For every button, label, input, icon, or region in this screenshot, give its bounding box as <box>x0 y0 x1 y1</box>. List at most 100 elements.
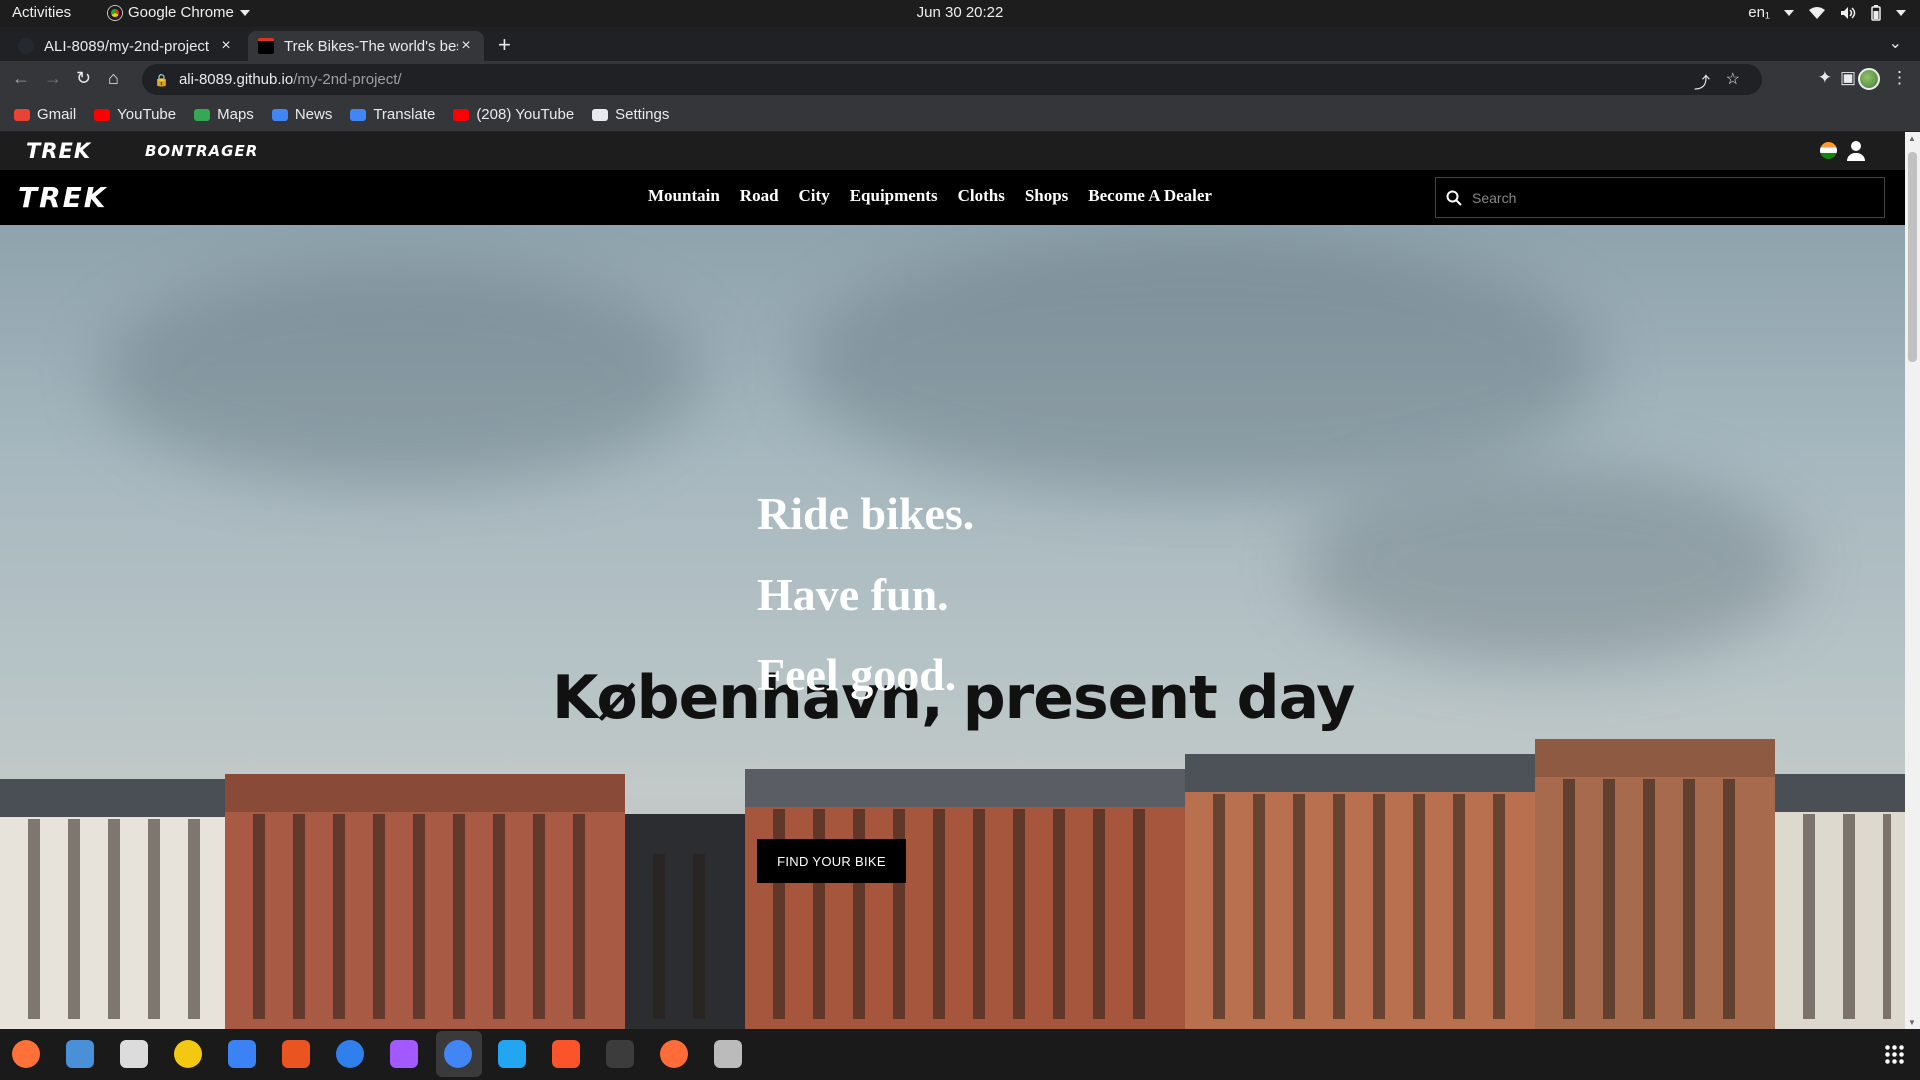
search-input[interactable] <box>1472 189 1852 206</box>
firefox-icon[interactable] <box>12 1040 40 1068</box>
address-bar[interactable]: 🔒 ali-8089.github.io/my-2nd-project/ ⤴ ☆ <box>142 64 1762 95</box>
bookmark-maps[interactable]: Maps <box>194 106 254 123</box>
home-button[interactable]: ⌂ <box>108 68 119 89</box>
language-indicator[interactable]: en₁ <box>1748 4 1770 21</box>
postman-icon[interactable] <box>660 1040 688 1068</box>
volume-icon <box>1841 6 1856 19</box>
figma-icon[interactable] <box>390 1040 418 1068</box>
bookmark-label: Maps <box>217 106 254 123</box>
trek-brand-link[interactable]: TREK <box>26 139 91 163</box>
scroll-up-icon[interactable]: ▲ <box>1908 134 1916 143</box>
battery-icon <box>1871 4 1881 21</box>
side-panel-icon[interactable]: ▣ <box>1840 68 1856 88</box>
find-your-bike-button[interactable]: FIND YOUR BIKE <box>757 839 906 883</box>
hero-cloud <box>1300 465 1800 665</box>
close-icon[interactable]: × <box>218 37 234 55</box>
trek-favicon-icon <box>258 38 274 54</box>
youtube-icon <box>453 108 470 121</box>
help-icon[interactable] <box>336 1040 364 1068</box>
bookmark-gmail[interactable]: Gmail <box>14 106 76 123</box>
hero-cloud <box>100 265 700 485</box>
chrome-icon[interactable] <box>444 1040 472 1068</box>
nav-link-mountain[interactable]: Mountain <box>648 186 720 206</box>
profile-avatar[interactable] <box>1858 68 1880 90</box>
hero-tagline-2: Have fun. <box>757 569 949 620</box>
bookmark-star-icon[interactable]: ☆ <box>1726 69 1740 89</box>
gnome-top-bar: Activities Google Chrome Jun 30 20:22 en… <box>0 0 1920 27</box>
tab-github[interactable]: ALI-8089/my-2nd-project × <box>8 31 244 61</box>
scroll-down-icon[interactable]: ▼ <box>1908 1018 1916 1027</box>
clock[interactable]: Jun 30 20:22 <box>917 4 1004 21</box>
bookmark-208-youtube[interactable]: (208) YouTube <box>453 106 574 123</box>
show-applications-icon[interactable] <box>1884 1044 1904 1064</box>
wifi-icon <box>1809 6 1825 19</box>
extensions-icon[interactable]: ✦ <box>1818 68 1832 88</box>
share-icon[interactable]: ⤴ <box>1694 69 1710 93</box>
building <box>0 779 225 1029</box>
tab-search-chevron-icon[interactable]: ⌄ <box>1889 33 1902 53</box>
bookmark-label: News <box>294 106 333 123</box>
page-viewport: TREK BONTRAGER TREK Mountain Road City E… <box>0 132 1905 1029</box>
trek-logo[interactable]: TREK <box>18 181 107 214</box>
bookmark-label: (208) YouTube <box>476 106 575 123</box>
news-icon <box>271 108 288 121</box>
youtube-icon <box>94 108 111 121</box>
bookmark-news[interactable]: News <box>271 106 333 123</box>
bookmark-translate[interactable]: Translate <box>350 106 435 123</box>
nav-link-become-a-dealer[interactable]: Become A Dealer <box>1088 186 1212 206</box>
bookmarks-bar: Gmail YouTube Maps News Translate (208) YouTu… <box>0 98 1920 132</box>
new-tab-button[interactable]: + <box>498 32 511 58</box>
nav-link-road[interactable]: Road <box>740 186 779 206</box>
thunderbird-icon[interactable] <box>66 1040 94 1068</box>
bontrager-brand-link[interactable]: BONTRAGER <box>145 142 258 160</box>
tab-strip: ALI-8089/my-2nd-project × Trek Bikes-The… <box>0 27 1920 61</box>
user-icon[interactable] <box>1847 141 1865 161</box>
hero-section: København, present day Ride bikes. Have … <box>0 225 1905 1029</box>
lock-icon[interactable]: 🔒 <box>154 73 169 87</box>
activities-button[interactable]: Activities <box>12 4 71 21</box>
system-tray[interactable]: en₁ <box>1748 4 1906 21</box>
brave-icon[interactable] <box>552 1040 580 1068</box>
nav-link-cloths[interactable]: Cloths <box>958 186 1005 206</box>
close-icon[interactable]: × <box>458 37 474 55</box>
rhythmbox-icon[interactable] <box>174 1040 202 1068</box>
files-icon[interactable] <box>120 1040 148 1068</box>
app-menu[interactable]: Google Chrome <box>108 4 250 21</box>
search-icon[interactable] <box>1436 190 1472 206</box>
brand-strip: TREK BONTRAGER <box>0 132 1905 170</box>
search-box[interactable] <box>1435 177 1885 218</box>
bookmark-youtube[interactable]: YouTube <box>94 106 176 123</box>
building <box>1535 739 1775 1029</box>
chrome-menu-icon[interactable]: ⋮ <box>1891 68 1908 88</box>
nav-link-equipments[interactable]: Equipments <box>850 186 938 206</box>
chrome-icon <box>108 5 122 20</box>
reload-button[interactable]: ↻ <box>76 68 91 89</box>
bookmark-label: Translate <box>373 106 436 123</box>
page-scrollbar[interactable]: ▲ ▼ <box>1905 132 1920 1029</box>
forward-button[interactable]: → <box>44 68 62 89</box>
terminal-icon[interactable] <box>606 1040 634 1068</box>
building <box>1775 774 1905 1029</box>
url-host: ali-8089.github.io <box>178 71 294 88</box>
url-path: /my-2nd-project/ <box>293 71 402 88</box>
bookmark-settings[interactable]: Settings <box>592 106 669 123</box>
software-center-icon[interactable] <box>282 1040 310 1068</box>
bookmark-label: YouTube <box>117 106 177 123</box>
nav-link-shops[interactable]: Shops <box>1025 186 1068 206</box>
bookmark-label: Gmail <box>37 106 77 123</box>
back-button[interactable]: ← <box>12 68 30 89</box>
scrollbar-thumb[interactable] <box>1908 152 1917 362</box>
chevron-down-icon <box>239 9 250 16</box>
hero-tagline-3: Feel good. <box>757 649 957 700</box>
maps-icon <box>194 108 211 121</box>
tab-trek[interactable]: Trek Bikes-The world's best bikes × <box>248 31 484 61</box>
gmail-icon <box>14 108 30 121</box>
india-flag-icon[interactable] <box>1820 142 1837 159</box>
building <box>625 814 745 1029</box>
nav-link-city[interactable]: City <box>799 186 830 206</box>
writer-icon[interactable] <box>228 1040 256 1068</box>
vscode-icon[interactable] <box>498 1040 526 1068</box>
hero-tagline-1: Ride bikes. <box>757 488 975 539</box>
chevron-down-icon <box>1784 9 1794 16</box>
image-viewer-icon[interactable] <box>714 1040 742 1068</box>
